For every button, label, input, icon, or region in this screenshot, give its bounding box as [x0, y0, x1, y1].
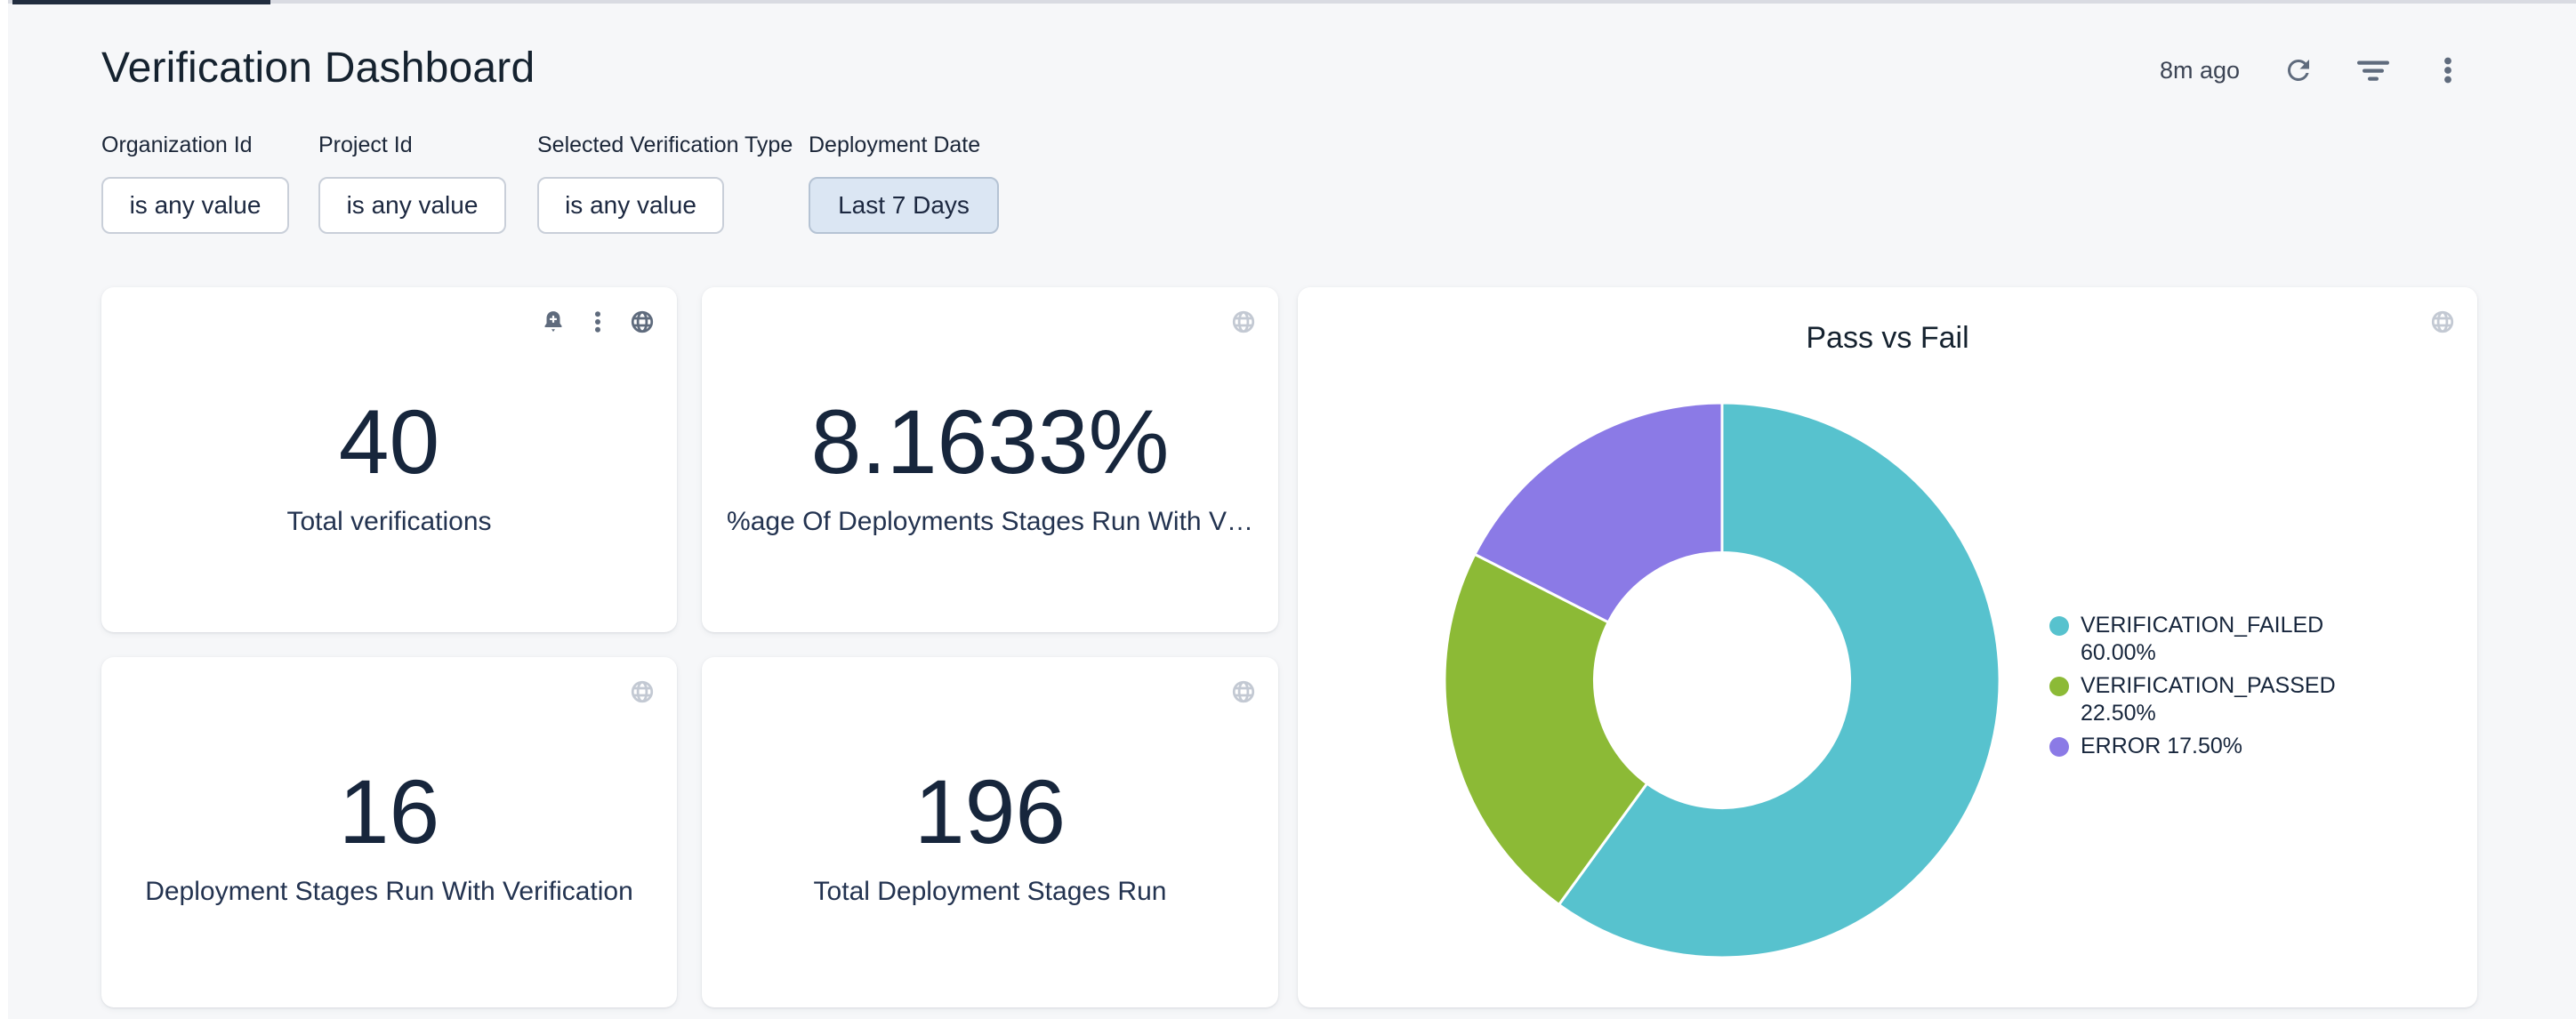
kebab-menu-icon[interactable] [584, 309, 611, 335]
legend-dot [2049, 677, 2069, 696]
last-refresh-label: 8m ago [2160, 57, 2240, 84]
tile-total-deployment-stages: 196 Total Deployment Stages Run [702, 657, 1278, 1007]
kebab-menu-icon[interactable] [2432, 54, 2464, 86]
refresh-icon[interactable] [2282, 54, 2314, 86]
legend-dot [2049, 737, 2069, 757]
pass-vs-fail-panel: Pass vs Fail VERIFICATION_FAILED 60.00% … [1298, 287, 2477, 1007]
legend-label: VERIFICATION_FAILED 60.00% [2081, 612, 2330, 667]
tile-value: 16 [101, 762, 677, 862]
tile-total-verifications: 40 Total verifications [101, 287, 677, 632]
globe-icon[interactable] [1230, 678, 1257, 705]
legend-item-VERIFICATION_PASSED[interactable]: VERIFICATION_PASSED 22.50% [2049, 672, 2330, 727]
donut-chart [1443, 401, 2001, 959]
page-title: Verification Dashboard [101, 43, 535, 94]
legend-dot [2049, 616, 2069, 636]
filter-deployment-date: Deployment Date Last 7 Days [809, 132, 999, 234]
tile-icons [1230, 309, 1257, 335]
filter-value-project-id[interactable]: is any value [318, 177, 506, 234]
legend-item-ERROR[interactable]: ERROR 17.50% [2049, 733, 2330, 760]
legend-label: VERIFICATION_PASSED 22.50% [2081, 672, 2330, 727]
tile-label: Total Deployment Stages Run [702, 874, 1278, 910]
tile-value: 8.1633% [702, 392, 1278, 492]
filter-label: Deployment Date [809, 132, 999, 158]
filter-label: Project Id [318, 132, 506, 158]
globe-icon[interactable] [1230, 309, 1257, 335]
tile-label: %age Of Deployments Stages Run With V… [702, 504, 1278, 540]
filter-label: Selected Verification Type [537, 132, 793, 158]
tile-label: Deployment Stages Run With Verification [101, 874, 677, 910]
filter-selected-verification-type: Selected Verification Type is any value [537, 132, 793, 234]
tile-icons [2429, 309, 2456, 335]
filter-value-organization-id[interactable]: is any value [101, 177, 289, 234]
filter-label: Organization Id [101, 132, 289, 158]
filter-organization-id: Organization Id is any value [101, 132, 289, 234]
tile-stages-with-verification: 16 Deployment Stages Run With Verificati… [101, 657, 677, 1007]
top-border-line [0, 0, 2576, 4]
filter-value-deployment-date[interactable]: Last 7 Days [809, 177, 999, 234]
add-alert-icon[interactable] [540, 309, 567, 335]
left-edge-strip [0, 0, 8, 1019]
chart-legend: VERIFICATION_FAILED 60.00% VERIFICATION_… [2049, 612, 2330, 766]
chart-title: Pass vs Fail [1298, 319, 2477, 357]
tile-icons [629, 678, 656, 705]
header-controls: 8m ago [2160, 52, 2464, 89]
legend-item-VERIFICATION_FAILED[interactable]: VERIFICATION_FAILED 60.00% [2049, 612, 2330, 667]
globe-icon[interactable] [2429, 309, 2456, 335]
tile-label: Total verifications [101, 504, 677, 540]
tile-icons [1230, 678, 1257, 705]
tile-percent-deployment-stages: 8.1633% %age Of Deployments Stages Run W… [702, 287, 1278, 632]
filter-icon[interactable] [2357, 54, 2389, 86]
tile-value: 40 [101, 392, 677, 492]
tile-icons [540, 309, 656, 335]
legend-label: ERROR 17.50% [2081, 733, 2330, 760]
globe-icon[interactable] [629, 309, 656, 335]
tile-value: 196 [702, 762, 1278, 862]
filter-project-id: Project Id is any value [318, 132, 506, 234]
top-border-dark-segment [12, 0, 270, 4]
globe-icon[interactable] [629, 678, 656, 705]
filter-value-selected-verification-type[interactable]: is any value [537, 177, 724, 234]
